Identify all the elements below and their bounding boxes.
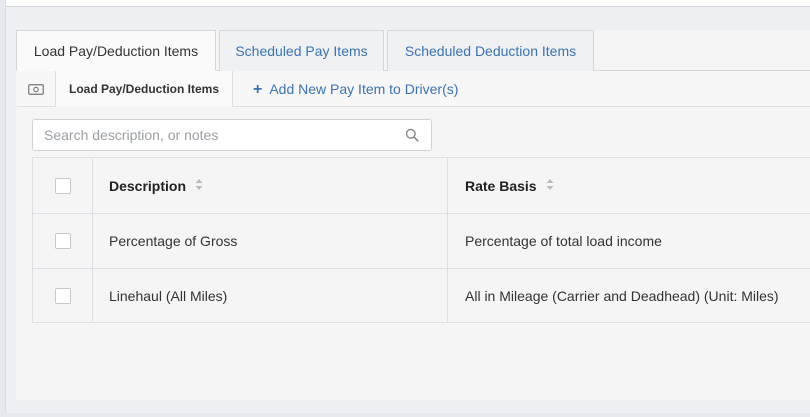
tab-label: Load Pay/Deduction Items bbox=[33, 43, 199, 59]
tab-scheduled-deduction-items[interactable]: Scheduled Deduction Items bbox=[387, 30, 594, 71]
description-header-label: Description bbox=[109, 177, 187, 194]
toolbar: Load Pay/Deduction Items + Add New Pay It… bbox=[17, 71, 810, 107]
search-icon[interactable] bbox=[405, 128, 419, 147]
bottom-frame bbox=[0, 413, 810, 417]
table-header-row: Description Rate Basis bbox=[33, 158, 810, 214]
rate-basis-cell: All in Mileage (Carrier and Deadhead) (U… bbox=[465, 288, 779, 304]
search-input[interactable] bbox=[33, 120, 393, 150]
rate-basis-cell: Percentage of total load income bbox=[465, 233, 662, 249]
sort-icon bbox=[546, 178, 554, 194]
sort-icon bbox=[195, 178, 203, 194]
rate-basis-header[interactable]: Rate Basis bbox=[448, 158, 810, 213]
row-checkbox[interactable] bbox=[54, 233, 71, 249]
add-pay-item-label: Add New Pay Item to Driver(s) bbox=[269, 81, 459, 97]
row-checkbox[interactable] bbox=[54, 288, 71, 304]
tab-load-pay-deduction-items[interactable]: Load Pay/Deduction Items bbox=[16, 30, 216, 71]
select-all-checkbox[interactable] bbox=[54, 177, 71, 194]
add-pay-item-button[interactable]: + Add New Pay Item to Driver(s) bbox=[253, 71, 458, 107]
left-frame bbox=[0, 0, 6, 417]
row-select-cell bbox=[33, 269, 93, 323]
tab-label: Scheduled Deduction Items bbox=[404, 43, 577, 59]
tab-label: Scheduled Pay Items bbox=[235, 43, 368, 59]
money-bill-icon bbox=[17, 71, 56, 107]
table-row[interactable]: Linehaul (All Miles) All in Mileage (Car… bbox=[33, 269, 810, 323]
pay-items-table: Description Rate Basis Percentage of Gro… bbox=[32, 157, 810, 323]
description-header[interactable]: Description bbox=[93, 158, 448, 213]
table-row[interactable]: Percentage of Gross Percentage of total … bbox=[33, 214, 810, 269]
section-label: Load Pay/Deduction Items bbox=[56, 71, 233, 107]
row-select-cell bbox=[33, 214, 93, 268]
description-cell: Percentage of Gross bbox=[93, 214, 448, 268]
search-box bbox=[32, 119, 432, 151]
tab-scheduled-pay-items[interactable]: Scheduled Pay Items bbox=[219, 30, 384, 71]
select-all-cell bbox=[33, 158, 93, 213]
top-panel bbox=[0, 0, 810, 7]
tab-bar: Load Pay/Deduction Items Scheduled Pay I… bbox=[16, 30, 810, 71]
rate-basis-header-label: Rate Basis bbox=[465, 177, 537, 194]
plus-icon: + bbox=[253, 81, 263, 98]
description-cell: Linehaul (All Miles) bbox=[93, 269, 448, 323]
